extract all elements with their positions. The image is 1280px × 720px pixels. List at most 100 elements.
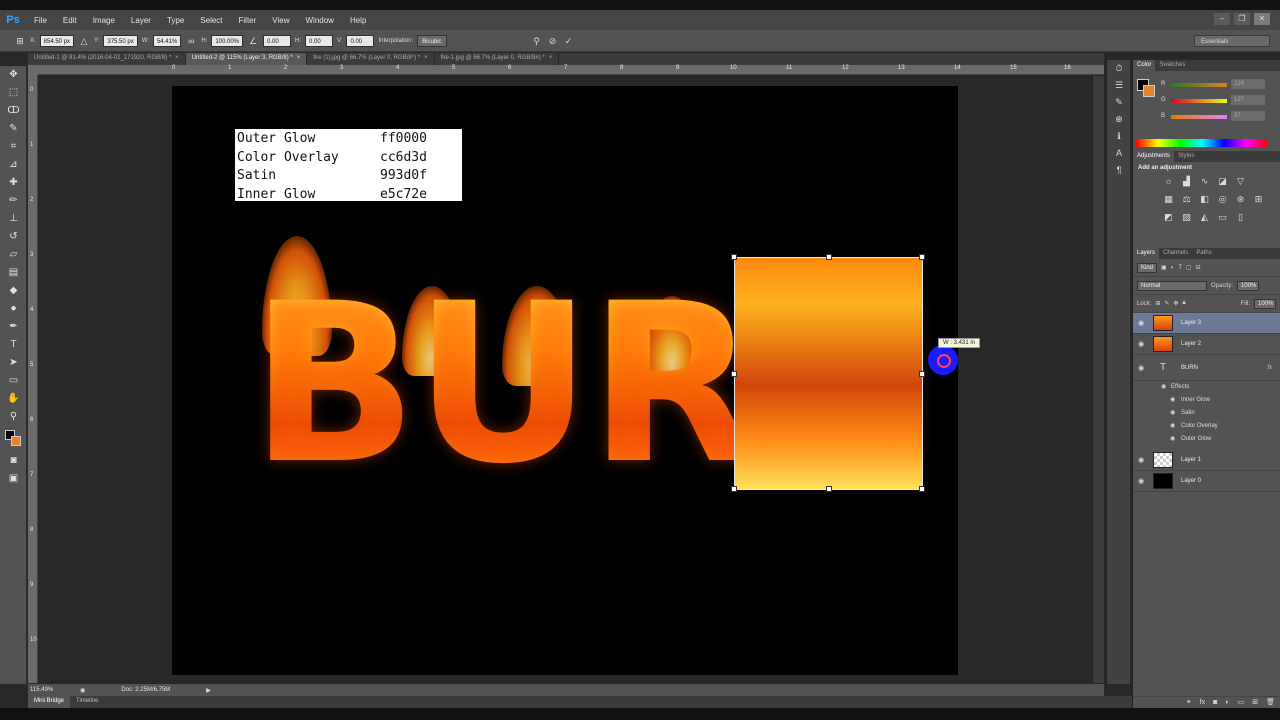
menu-edit[interactable]: Edit xyxy=(55,16,85,25)
menu-type[interactable]: Type xyxy=(159,16,192,25)
filter-shape-icon[interactable]: ▢ xyxy=(1186,264,1192,271)
visibility-eye-icon[interactable]: ◉ xyxy=(1133,364,1149,372)
channel-mixer-icon[interactable]: ⊛ xyxy=(1233,192,1248,207)
visibility-eye-icon[interactable]: ◉ xyxy=(1133,340,1149,348)
height-field[interactable]: 100.00% xyxy=(211,34,244,47)
gradient-map-icon[interactable]: ▭ xyxy=(1215,210,1230,225)
y-field[interactable]: 375.50 px xyxy=(103,34,138,47)
filter-smart-icon[interactable]: ⊟ xyxy=(1196,264,1201,271)
layer-row-layer-0[interactable]: ◉ Layer 0 xyxy=(1133,471,1280,492)
move-tool-icon[interactable]: ✥ xyxy=(0,66,27,84)
blue-slider[interactable] xyxy=(1171,115,1227,119)
interpolation-select[interactable]: Bicubic xyxy=(417,34,447,47)
x-field[interactable]: 854.50 px xyxy=(39,34,75,47)
restore-button[interactable]: ❐ xyxy=(1234,13,1250,25)
zoom-level[interactable]: 115.49% xyxy=(30,687,64,693)
menu-file[interactable]: File xyxy=(26,16,55,25)
transform-handle[interactable] xyxy=(919,486,925,492)
commit-transform-icon[interactable]: ✓ xyxy=(563,35,575,47)
tab-timeline[interactable]: Timeline xyxy=(70,696,104,708)
menu-layer[interactable]: Layer xyxy=(123,16,159,25)
lock-position-icon[interactable]: ✥ xyxy=(1173,300,1178,307)
exposure-icon[interactable]: ◪ xyxy=(1215,174,1230,189)
menu-view[interactable]: View xyxy=(264,16,297,25)
curves-icon[interactable]: ∿ xyxy=(1197,174,1212,189)
color-balance-icon[interactable]: ⚖ xyxy=(1179,192,1194,207)
color-spectrum[interactable] xyxy=(1136,139,1268,147)
threshold-icon[interactable]: ◭ xyxy=(1197,210,1212,225)
tab-fire-1-jpg[interactable]: fire (1).jpg @ 66.7% (Layer 0, RGB/8*) *… xyxy=(307,53,435,65)
color-swatches[interactable] xyxy=(0,426,26,452)
effect-outer-glow[interactable]: ◉ Outer Glow xyxy=(1133,433,1280,446)
effect-color-overlay[interactable]: ◉ Color Overlay xyxy=(1133,420,1280,433)
workspace-select[interactable]: Essentials xyxy=(1194,35,1270,47)
close-tab-icon[interactable]: × xyxy=(175,55,179,61)
status-menu-icon[interactable]: ◉ xyxy=(80,687,85,694)
document-canvas[interactable]: Outer Glow ff0000 Color Overlay cc6d3d Sat… xyxy=(172,86,958,675)
vskew-field[interactable]: 0.00 xyxy=(346,34,375,47)
close-button[interactable]: ✕ xyxy=(1254,13,1270,25)
dodge-tool-icon[interactable]: ● xyxy=(0,300,27,318)
color-lookup-icon[interactable]: ⊞ xyxy=(1251,192,1266,207)
hskew-field[interactable]: 0.00 xyxy=(305,34,334,47)
filter-pixel-icon[interactable]: ▣ xyxy=(1161,264,1167,271)
red-value[interactable]: 224 xyxy=(1231,79,1265,89)
minimize-button[interactable]: – xyxy=(1214,13,1230,25)
angle-field[interactable]: 0.00 xyxy=(263,34,292,47)
delete-layer-icon[interactable]: 🗑︎ xyxy=(1266,697,1275,708)
selective-color-icon[interactable]: ▯ xyxy=(1233,210,1248,225)
kind-filter-select[interactable]: Kind xyxy=(1137,262,1158,273)
layer-row-layer-1[interactable]: ◉ Layer 1 xyxy=(1133,450,1280,471)
background-color-swatch[interactable] xyxy=(1143,85,1155,97)
healing-tool-icon[interactable]: ✚ xyxy=(0,174,27,192)
quick-mask-icon[interactable]: ◙ xyxy=(0,452,27,470)
vertical-ruler[interactable]: 0 1 2 3 4 5 6 7 8 9 10 xyxy=(28,75,38,683)
invert-icon[interactable]: ◩ xyxy=(1161,210,1176,225)
add-mask-icon[interactable]: ◙ xyxy=(1213,697,1217,708)
transform-handle[interactable] xyxy=(731,254,737,260)
screen-mode-icon[interactable]: ▣ xyxy=(0,470,27,488)
effect-eye-icon[interactable]: ◉ xyxy=(1170,394,1175,407)
vertical-scrollbar[interactable] xyxy=(1092,76,1104,683)
paragraph-panel-icon[interactable]: ¶ xyxy=(1107,162,1131,179)
width-field[interactable]: 54.41% xyxy=(152,34,182,47)
properties-panel-icon[interactable]: ☰ xyxy=(1107,77,1131,94)
transform-handle[interactable] xyxy=(919,371,925,377)
transform-handle[interactable] xyxy=(826,486,832,492)
green-value[interactable]: 127 xyxy=(1231,95,1265,105)
tab-adjustments[interactable]: Adjustments xyxy=(1133,151,1175,162)
background-color-swatch[interactable] xyxy=(11,436,21,446)
effect-eye-icon[interactable]: ◉ xyxy=(1170,420,1175,433)
tab-styles[interactable]: Styles xyxy=(1174,151,1198,162)
filter-type-icon[interactable]: T xyxy=(1178,265,1182,271)
tab-untitled-1[interactable]: Untitled-1 @ 81.4% (2016-04-02_171920, R… xyxy=(28,53,186,65)
layer-row-burn[interactable]: ◉ T BURN fx xyxy=(1133,355,1280,381)
lock-transparent-icon[interactable]: ⊞ xyxy=(1155,300,1160,307)
pen-tool-icon[interactable]: ✒ xyxy=(0,318,27,336)
status-arrow-icon[interactable]: ▶ xyxy=(206,687,211,694)
transform-handle[interactable] xyxy=(731,486,737,492)
eyedropper-tool-icon[interactable]: ⊿ xyxy=(0,156,27,174)
close-tab-icon[interactable]: × xyxy=(424,55,428,61)
close-tab-icon[interactable]: × xyxy=(549,55,553,61)
photo-filter-icon[interactable]: ◎ xyxy=(1215,192,1230,207)
effect-inner-glow[interactable]: ◉ Inner Glow xyxy=(1133,394,1280,407)
blur-tool-icon[interactable]: ◆ xyxy=(0,282,27,300)
tab-untitled-2[interactable]: Untitled-2 @ 115% (Layer 3, RGB/8) * × xyxy=(185,53,308,65)
visibility-eye-icon[interactable]: ◉ xyxy=(1133,477,1149,485)
tab-color[interactable]: Color xyxy=(1133,60,1156,71)
type-tool-icon[interactable]: T xyxy=(0,336,27,354)
clone-source-icon[interactable]: ⊕ xyxy=(1107,111,1131,128)
green-slider[interactable] xyxy=(1171,99,1227,103)
close-tab-icon[interactable]: × xyxy=(297,55,301,61)
effect-eye-icon[interactable]: ◉ xyxy=(1161,381,1166,394)
black-white-icon[interactable]: ◧ xyxy=(1197,192,1212,207)
history-panel-icon[interactable]: ⏱ xyxy=(1107,60,1131,77)
menu-window[interactable]: Window xyxy=(298,16,342,25)
gradient-tool-icon[interactable]: ▤ xyxy=(0,264,27,282)
menu-image[interactable]: Image xyxy=(85,16,123,25)
fx-icon[interactable]: fx xyxy=(1267,365,1272,371)
history-brush-tool-icon[interactable]: ↺ xyxy=(0,228,27,246)
layer-row-layer-2[interactable]: ◉ Layer 2 xyxy=(1133,334,1280,355)
blend-mode-select[interactable]: Normal xyxy=(1137,280,1207,291)
